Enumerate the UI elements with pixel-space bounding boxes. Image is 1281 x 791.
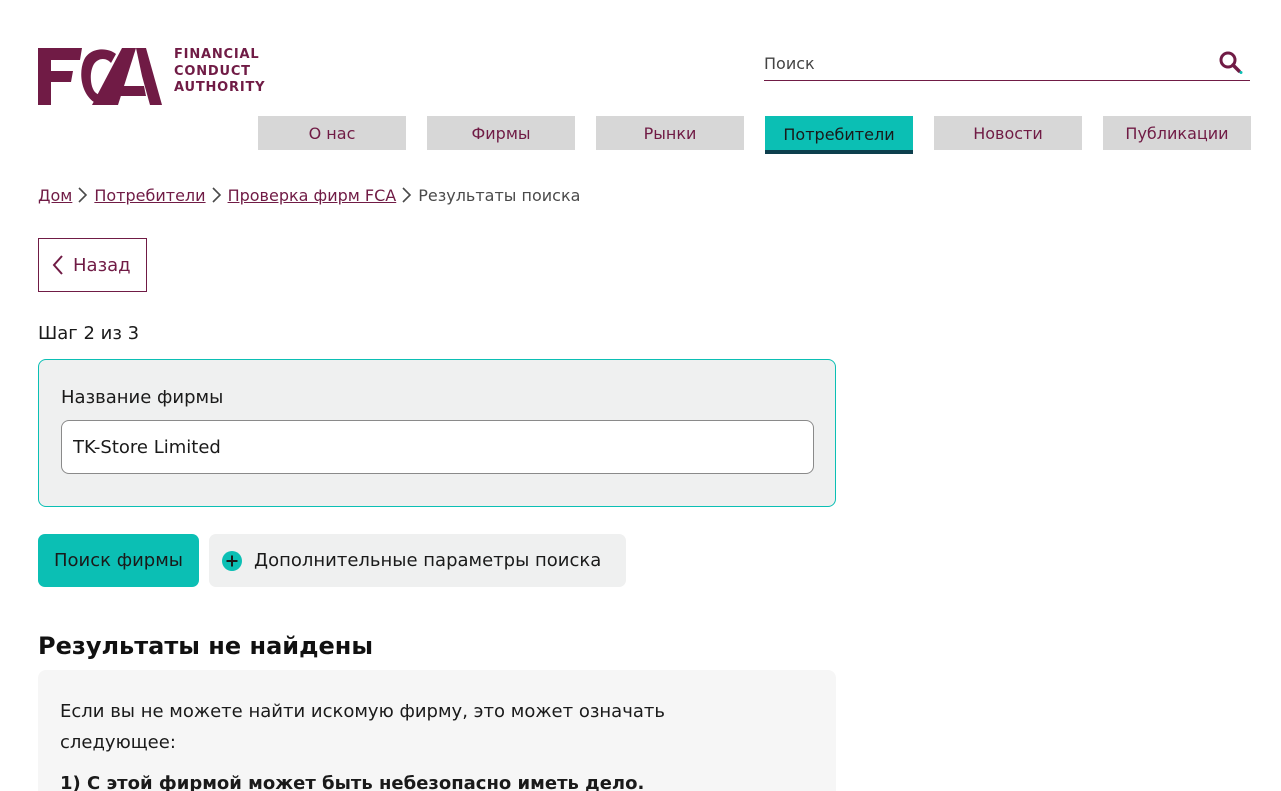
firm-name-input[interactable] <box>61 420 814 474</box>
advanced-search-label: Дополнительные параметры поиска <box>254 550 602 571</box>
fca-logo-mark <box>38 48 162 105</box>
back-button[interactable]: Назад <box>38 238 147 292</box>
logo-line-1: FINANCIAL <box>174 47 260 62</box>
chevron-right-icon <box>78 187 88 203</box>
breadcrumb-home[interactable]: Дом <box>38 186 72 205</box>
search-icon <box>1219 51 1243 74</box>
nav-item-publications[interactable]: Публикации <box>1103 116 1251 150</box>
fca-logo[interactable]: FINANCIAL CONDUCT AUTHORITY <box>38 46 265 106</box>
no-results-intro: Если вы не можете найти искомую фирму, э… <box>60 701 665 753</box>
step-indicator: Шаг 2 из 3 <box>38 323 140 344</box>
plus-circle-icon <box>222 550 242 571</box>
breadcrumb-consumers[interactable]: Потребители <box>94 186 205 205</box>
advanced-search-button[interactable]: Дополнительные параметры поиска <box>209 534 626 587</box>
results-title: Результаты не найдены <box>38 632 374 660</box>
firm-name-label: Название фирмы <box>61 387 224 408</box>
nav-item-markets[interactable]: Рынки <box>596 116 744 150</box>
breadcrumb: Дом Потребители Проверка фирм FCA Резуль… <box>38 185 580 205</box>
logo-wordmark: FINANCIAL CONDUCT AUTHORITY <box>174 47 265 97</box>
nav-item-consumers[interactable]: Потребители <box>765 116 913 154</box>
search-input[interactable] <box>764 48 1204 78</box>
no-results-reason-1: 1) С этой фирмой может быть небезопасно … <box>60 773 645 791</box>
search-firm-button[interactable]: Поиск фирмы <box>38 534 199 587</box>
no-results-info: Если вы не можете найти искомую фирму, э… <box>38 670 836 791</box>
back-button-label: Назад <box>73 254 131 276</box>
nav-item-news[interactable]: Новости <box>934 116 1082 150</box>
search-button[interactable] <box>1218 50 1244 76</box>
logo-line-3: AUTHORITY <box>174 80 266 95</box>
breadcrumb-firm-check[interactable]: Проверка фирм FCA <box>228 186 397 205</box>
main-nav: О нас Фирмы Рынки Потребители Новости Пу… <box>258 116 1251 154</box>
chevron-right-icon <box>211 187 221 203</box>
chevron-right-icon <box>402 187 412 203</box>
nav-item-about[interactable]: О нас <box>258 116 406 150</box>
site-search <box>764 48 1250 81</box>
firm-search-form: Название фирмы <box>38 359 836 507</box>
nav-item-firms[interactable]: Фирмы <box>427 116 575 150</box>
chevron-left-icon <box>52 255 63 275</box>
logo-line-2: CONDUCT <box>174 63 251 79</box>
breadcrumb-current: Результаты поиска <box>418 185 581 205</box>
